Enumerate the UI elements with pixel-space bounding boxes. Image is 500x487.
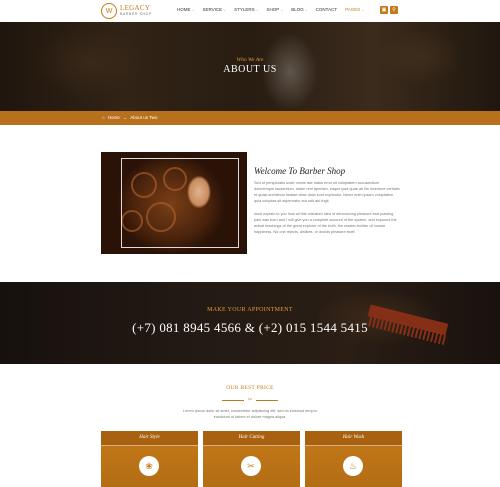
logo-text: LEGACY BARBER SHOP: [120, 5, 152, 17]
breadcrumb-bar: ⌂ Home → About us Two: [0, 111, 500, 125]
breadcrumb-separator-icon: →: [122, 115, 128, 120]
card-title: Hair Cutting: [238, 435, 265, 440]
about-title: Welcome To Barber Shop: [254, 166, 346, 176]
nav-item-label: HOME: [177, 7, 191, 12]
chevron-down-icon: ⌄: [361, 8, 365, 12]
price-description: Lorem ipsum dolor sit amet, consectetur …: [182, 409, 317, 419]
header-icons: ▣ ⚲: [380, 6, 398, 14]
nav-item-label: BLOG: [291, 7, 304, 12]
logo-subtitle: BARBER SHOP: [120, 12, 152, 16]
appointment-kicker: MAKE YOUR APPOINTMENT: [207, 307, 293, 313]
divider-line: [222, 400, 244, 401]
nav-item-contact[interactable]: CONTACT: [316, 7, 337, 12]
nav-item-stylers[interactable]: STYLERS⌄: [234, 7, 258, 12]
nav-item-service[interactable]: SERVICE⌄: [202, 7, 226, 12]
hair-wash-icon: ♨: [343, 456, 363, 476]
about-paragraph-1: Sed ut perspiciatis unde omnis iste natu…: [254, 181, 400, 203]
about-paragraph-2: must explain to you how all this mistake…: [254, 212, 397, 234]
nav-item-label: SHOP: [266, 7, 280, 12]
chevron-down-icon: ⌄: [191, 8, 195, 12]
main-nav: HOME⌄ SERVICE⌄ STYLERS⌄ SHOP⌄ BLOG⌄ CONTACT PA…: [177, 7, 372, 12]
about-image: [101, 152, 247, 254]
site-header: W LEGACY BARBER SHOP HOME⌄ SERVICE⌄ STYLER…: [0, 0, 500, 23]
appointment-phone[interactable]: (+7) 081 8945 4566 & (+2) 015 1544 5415: [0, 320, 500, 336]
breadcrumb: ⌂ Home → About us Two: [102, 115, 157, 120]
home-icon: ⌂: [102, 115, 105, 120]
nav-item-pages[interactable]: PAGES⌄: [345, 7, 364, 12]
cart-icon[interactable]: ▣: [380, 6, 388, 14]
price-card-hair-wash[interactable]: Hair Wash ♨: [305, 431, 402, 487]
page-title: ABOUT US: [223, 64, 277, 75]
nav-item-label: SERVICE: [202, 7, 223, 12]
nav-item-label: STYLERS: [234, 7, 255, 12]
page-hero: Who We Are ABOUT US: [0, 22, 500, 111]
chevron-down-icon: ⌄: [304, 8, 308, 12]
section-divider: ✂: [222, 397, 278, 403]
image-frame: [121, 158, 239, 248]
search-icon[interactable]: ⚲: [390, 6, 398, 14]
breadcrumb-home[interactable]: Home: [108, 115, 120, 120]
barber-chair-icon: ✂: [241, 456, 261, 476]
price-card-hair-style[interactable]: Hair Style ❀: [101, 431, 198, 487]
hair-style-icon: ❀: [139, 456, 159, 476]
logo[interactable]: W LEGACY BARBER SHOP: [101, 3, 152, 19]
hero-kicker: Who We Are: [236, 57, 264, 63]
nav-item-blog[interactable]: BLOG⌄: [291, 7, 307, 12]
chevron-down-icon: ⌄: [223, 8, 227, 12]
chevron-down-icon: ⌄: [280, 8, 284, 12]
card-title: Hair Wash: [342, 435, 365, 440]
nav-item-label: PAGES: [345, 7, 361, 12]
appointment-band: MAKE YOUR APPOINTMENT (+7) 081 8945 4566…: [0, 282, 500, 364]
chevron-down-icon: ⌄: [255, 8, 259, 12]
price-kicker: OUR BEST PRICE: [226, 385, 274, 391]
nav-item-label: CONTACT: [315, 7, 338, 12]
divider-line: [256, 400, 278, 401]
breadcrumb-current: About us Two: [130, 115, 158, 120]
nav-item-shop[interactable]: SHOP⌄: [267, 7, 284, 12]
nav-item-home[interactable]: HOME⌄: [177, 7, 194, 12]
scissors-icon: ✂: [247, 397, 253, 403]
price-card-hair-cutting[interactable]: Hair Cutting ✂: [203, 431, 300, 487]
logo-mark-icon: W: [101, 3, 117, 19]
card-title: Hair Style: [139, 435, 160, 440]
